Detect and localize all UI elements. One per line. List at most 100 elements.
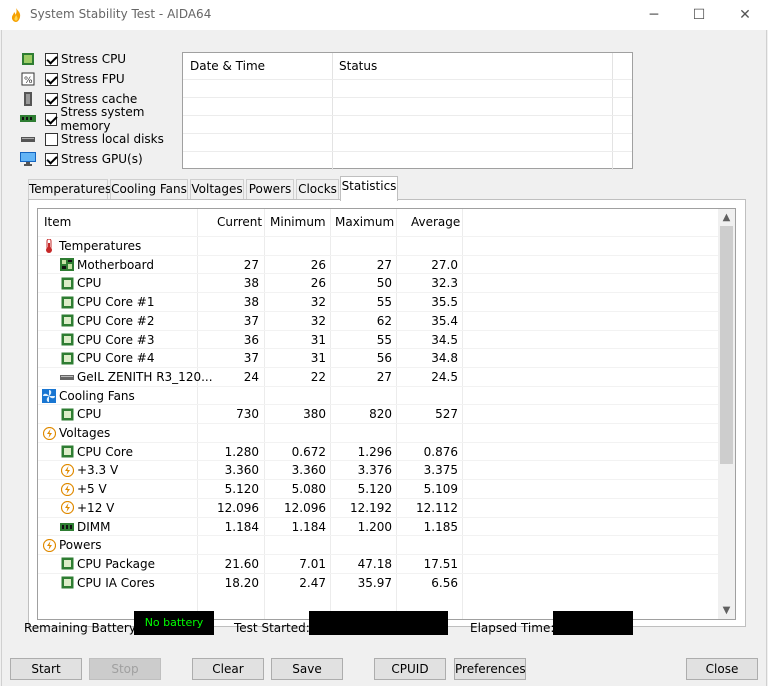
stress-gpu-option[interactable]: Stress GPU(s) xyxy=(20,150,190,168)
cell-max: 47.18 xyxy=(357,556,392,571)
table-row[interactable]: CPU 38 26 50 32.3 xyxy=(38,273,719,292)
minimize-button[interactable]: ─ xyxy=(631,0,677,30)
clear-button[interactable]: Clear xyxy=(192,658,264,680)
cell-avg: 12.112 xyxy=(416,500,458,515)
table-row[interactable]: CPU Core #4 37 31 56 34.8 xyxy=(38,348,719,367)
table-row[interactable]: +3.3 V 3.360 3.360 3.376 3.375 xyxy=(38,460,719,479)
stress-memory-label: Stress system memory xyxy=(60,105,145,133)
save-button[interactable]: Save xyxy=(271,658,343,680)
tab-powers[interactable]: Powers xyxy=(246,179,294,200)
close-window-button[interactable]: ✕ xyxy=(722,0,768,30)
table-group-row[interactable]: Cooling Fans xyxy=(38,385,719,405)
table-row[interactable]: GeIL ZENITH R3_120... 24 22 27 24.5 xyxy=(38,366,719,386)
stress-disks-option[interactable]: Stress local disks xyxy=(20,130,190,148)
cell-min: 26 xyxy=(310,276,326,291)
table-row[interactable]: DIMM 1.184 1.184 1.200 1.185 xyxy=(38,516,719,536)
maximize-button[interactable]: ☐ xyxy=(676,0,722,30)
stress-fpu-option[interactable]: % Stress FPU xyxy=(20,70,190,88)
tab-statistics[interactable]: Statistics xyxy=(340,176,398,201)
table-group-row[interactable]: Temperatures xyxy=(38,236,719,255)
memory-icon xyxy=(60,520,74,533)
row-label: +12 V xyxy=(77,500,115,515)
battery-label: Remaining Battery: xyxy=(24,621,140,635)
thermometer-icon xyxy=(42,239,56,253)
chip-icon xyxy=(60,408,74,421)
svg-text:%: % xyxy=(24,76,33,86)
header-minimum[interactable]: Minimum xyxy=(270,209,326,236)
stress-cache-checkbox[interactable] xyxy=(45,92,58,106)
chip-icon xyxy=(60,333,74,346)
cell-avg: 34.8 xyxy=(431,351,458,366)
fpu-icon: % xyxy=(20,72,36,86)
tab-cooling-fans[interactable]: Cooling Fans xyxy=(110,179,188,200)
cell-cur: 5.120 xyxy=(224,482,259,497)
table-row[interactable]: CPU Core #1 38 32 55 35.5 xyxy=(38,292,719,311)
cell-min: 31 xyxy=(310,351,326,366)
cpuid-button[interactable]: CPUID xyxy=(374,658,446,680)
stress-memory-checkbox[interactable] xyxy=(45,112,58,126)
scroll-up-icon[interactable]: ▲ xyxy=(718,209,735,226)
table-row[interactable]: CPU Core #2 37 32 62 35.4 xyxy=(38,310,719,330)
stress-cpu-option[interactable]: Stress CPU xyxy=(20,50,190,68)
tab-voltages[interactable]: Voltages xyxy=(190,179,244,200)
stress-cpu-checkbox[interactable] xyxy=(45,52,58,66)
cell-avg: 35.5 xyxy=(431,295,458,310)
cell-min: 7.01 xyxy=(299,556,326,571)
tab-clocks[interactable]: Clocks xyxy=(296,179,339,200)
row-label: CPU xyxy=(77,276,102,291)
log-header-datetime[interactable]: Date & Time xyxy=(183,53,265,79)
header-current[interactable]: Current xyxy=(217,209,262,236)
row-label: CPU Core #4 xyxy=(77,351,155,366)
table-row[interactable]: +5 V 5.120 5.080 5.120 5.109 xyxy=(38,479,719,498)
vertical-scrollbar[interactable]: ▲ ▼ xyxy=(718,209,735,619)
cell-cur: 37 xyxy=(243,313,259,328)
table-row[interactable]: CPU 730 380 820 527 xyxy=(38,404,719,423)
table-group-row[interactable]: Voltages xyxy=(38,423,719,442)
cell-avg: 17.51 xyxy=(423,556,458,571)
event-log[interactable]: Date & Time Status xyxy=(182,52,633,170)
scroll-thumb[interactable] xyxy=(720,226,733,464)
close-button[interactable]: Close xyxy=(686,658,758,680)
stress-fpu-checkbox[interactable] xyxy=(45,72,58,86)
stress-cpu-label: Stress CPU xyxy=(61,52,127,66)
table-row[interactable]: CPU Core 1.280 0.672 1.296 0.876 xyxy=(38,441,719,461)
tab-temperatures[interactable]: Temperatures xyxy=(28,179,111,200)
start-button[interactable]: Start xyxy=(10,658,82,680)
table-row[interactable]: +12 V 12.096 12.096 12.192 12.112 xyxy=(38,497,719,517)
stress-disks-checkbox[interactable] xyxy=(45,132,58,146)
cell-max: 27 xyxy=(376,257,392,272)
table-row[interactable]: Motherboard 27 26 27 27.0 xyxy=(38,254,719,274)
header-item[interactable]: Item xyxy=(44,209,71,236)
cell-max: 27 xyxy=(376,369,392,384)
cell-max: 62 xyxy=(376,313,392,328)
table-group-row[interactable]: Powers xyxy=(38,535,719,554)
row-name: DIMM xyxy=(60,518,111,536)
row-name: CPU Core xyxy=(60,443,133,461)
client-area: Stress CPU % Stress FPU Stress cache Str… xyxy=(1,30,767,686)
header-average[interactable]: Average xyxy=(411,209,460,236)
row-label: Powers xyxy=(59,538,102,553)
stress-gpu-checkbox[interactable] xyxy=(45,152,58,166)
elapsed-time-value xyxy=(553,611,633,635)
table-row[interactable]: CPU IA Cores 18.20 2.47 35.97 6.56 xyxy=(38,572,719,592)
row-name: Voltages xyxy=(42,424,110,442)
title-bar: System Stability Test - AIDA64 ─ ☐ ✕ xyxy=(0,0,768,30)
table-row[interactable]: CPU Package 21.60 7.01 47.18 17.51 xyxy=(38,553,719,573)
preferences-button[interactable]: Preferences xyxy=(454,658,526,680)
cell-cur: 27 xyxy=(243,257,259,272)
cell-avg: 6.56 xyxy=(431,575,458,590)
cell-cur: 21.60 xyxy=(224,556,259,571)
chip-icon xyxy=(60,277,74,290)
cell-min: 5.080 xyxy=(291,482,326,497)
cell-max: 5.120 xyxy=(357,482,392,497)
header-maximum[interactable]: Maximum xyxy=(335,209,394,236)
stress-fpu-label: Stress FPU xyxy=(61,72,125,86)
stress-gpu-label: Stress GPU(s) xyxy=(61,152,143,166)
row-name: Powers xyxy=(42,536,102,554)
stress-memory-option[interactable]: Stress system memory xyxy=(20,105,190,133)
stop-button[interactable]: Stop xyxy=(89,658,161,680)
table-row[interactable]: CPU Core #3 36 31 55 34.5 xyxy=(38,329,719,349)
cell-cur: 36 xyxy=(243,332,259,347)
log-header-status[interactable]: Status xyxy=(332,53,377,79)
memory-icon xyxy=(20,112,36,126)
